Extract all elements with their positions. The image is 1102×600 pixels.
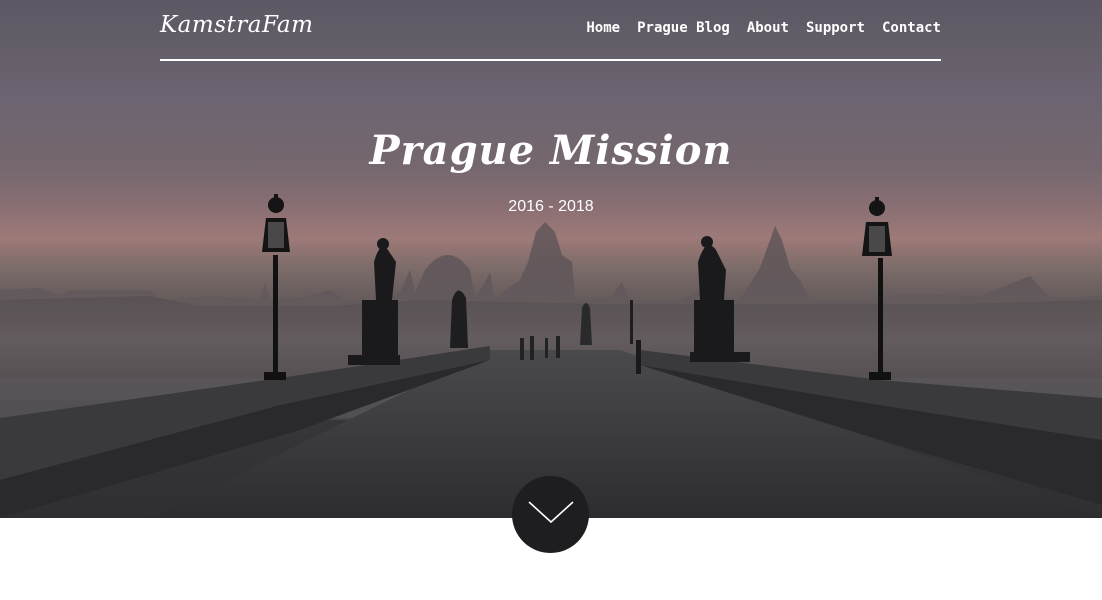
brand-logo[interactable]: KamstraFam bbox=[160, 12, 313, 38]
scroll-down-button[interactable] bbox=[512, 476, 589, 553]
hero-background-image bbox=[0, 194, 1102, 518]
hero-title: Prague Mission bbox=[369, 127, 733, 174]
nav-menu: Home Prague Blog About Support Contact bbox=[586, 20, 941, 36]
hero-subtitle: 2016 - 2018 bbox=[508, 198, 594, 215]
nav-link-support[interactable]: Support bbox=[806, 20, 865, 36]
chevron-down-icon bbox=[527, 498, 575, 531]
hero-section: KamstraFam Home Prague Blog About Suppor… bbox=[0, 0, 1102, 518]
nav-link-contact[interactable]: Contact bbox=[882, 20, 941, 36]
nav-link-about[interactable]: About bbox=[747, 20, 789, 36]
top-navbar: KamstraFam Home Prague Blog About Suppor… bbox=[160, 0, 941, 61]
nav-link-prague-blog[interactable]: Prague Blog bbox=[637, 20, 730, 36]
nav-link-home[interactable]: Home bbox=[586, 20, 620, 36]
